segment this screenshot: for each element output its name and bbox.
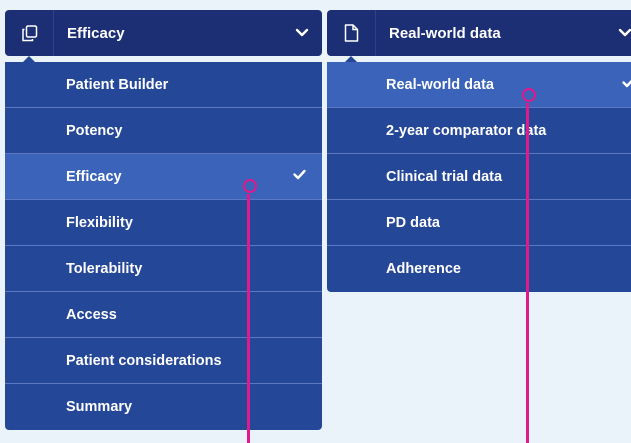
menu-item-label: Summary xyxy=(66,399,133,415)
menu-item-label: 2-year comparator data xyxy=(386,122,547,139)
section-menu: Patient Builder Potency Efficacy Flexibi… xyxy=(5,56,322,430)
copy-pages-icon xyxy=(5,10,54,56)
data-source-menu: Real-world data 2-year comparator data C… xyxy=(327,56,631,292)
section-dropdown-toggle[interactable]: Efficacy xyxy=(5,10,322,56)
menu-item-potency[interactable]: Potency xyxy=(5,108,322,154)
menu-item-tolerability[interactable]: Tolerability xyxy=(5,246,322,292)
menu-item-label: Flexibility xyxy=(66,214,133,231)
callout-marker-left xyxy=(243,179,257,193)
menu-item-efficacy[interactable]: Efficacy xyxy=(5,154,322,200)
document-icon xyxy=(327,10,376,56)
chevron-down-icon xyxy=(605,28,631,38)
menu-item-access[interactable]: Access xyxy=(5,292,322,338)
checkmark-icon xyxy=(622,76,631,92)
callout-line-left xyxy=(247,194,250,443)
menu-item-label: Efficacy xyxy=(66,168,122,185)
data-source-dropdown: Real-world data Real-world data 2-year c… xyxy=(327,10,631,292)
callout-line-right xyxy=(526,103,529,443)
menu-item-patient-builder[interactable]: Patient Builder xyxy=(5,62,322,108)
data-source-dropdown-toggle[interactable]: Real-world data xyxy=(327,10,631,56)
menu-item-label: Patient considerations xyxy=(66,352,222,369)
callout-marker-right xyxy=(522,88,536,102)
section-dropdown-title: Efficacy xyxy=(67,24,125,42)
menu-item-label: Access xyxy=(66,306,117,323)
menu-item-adherence[interactable]: Adherence xyxy=(327,246,631,292)
data-source-dropdown-title: Real-world data xyxy=(389,24,501,42)
menu-item-label: Real-world data xyxy=(386,76,494,93)
checkmark-icon xyxy=(293,168,306,184)
menu-item-label: Potency xyxy=(66,122,123,139)
menu-item-clinical-trial-data[interactable]: Clinical trial data xyxy=(327,154,631,200)
menu-item-label: Clinical trial data xyxy=(386,168,503,185)
menu-item-real-world-data[interactable]: Real-world data xyxy=(327,62,631,108)
menu-item-label: Adherence xyxy=(386,261,461,277)
menu-item-label: Patient Builder xyxy=(66,76,169,93)
chevron-down-icon xyxy=(282,28,322,38)
menu-item-label: Tolerability xyxy=(66,260,143,277)
menu-item-2-year-comparator-data[interactable]: 2-year comparator data xyxy=(327,108,631,154)
menu-item-label: PD data xyxy=(386,214,440,231)
menu-item-patient-considerations[interactable]: Patient considerations xyxy=(5,338,322,384)
menu-item-flexibility[interactable]: Flexibility xyxy=(5,200,322,246)
menu-item-summary[interactable]: Summary xyxy=(5,384,322,430)
section-dropdown: Efficacy Patient Builder Potency Efficac… xyxy=(5,10,322,430)
menu-item-pd-data[interactable]: PD data xyxy=(327,200,631,246)
